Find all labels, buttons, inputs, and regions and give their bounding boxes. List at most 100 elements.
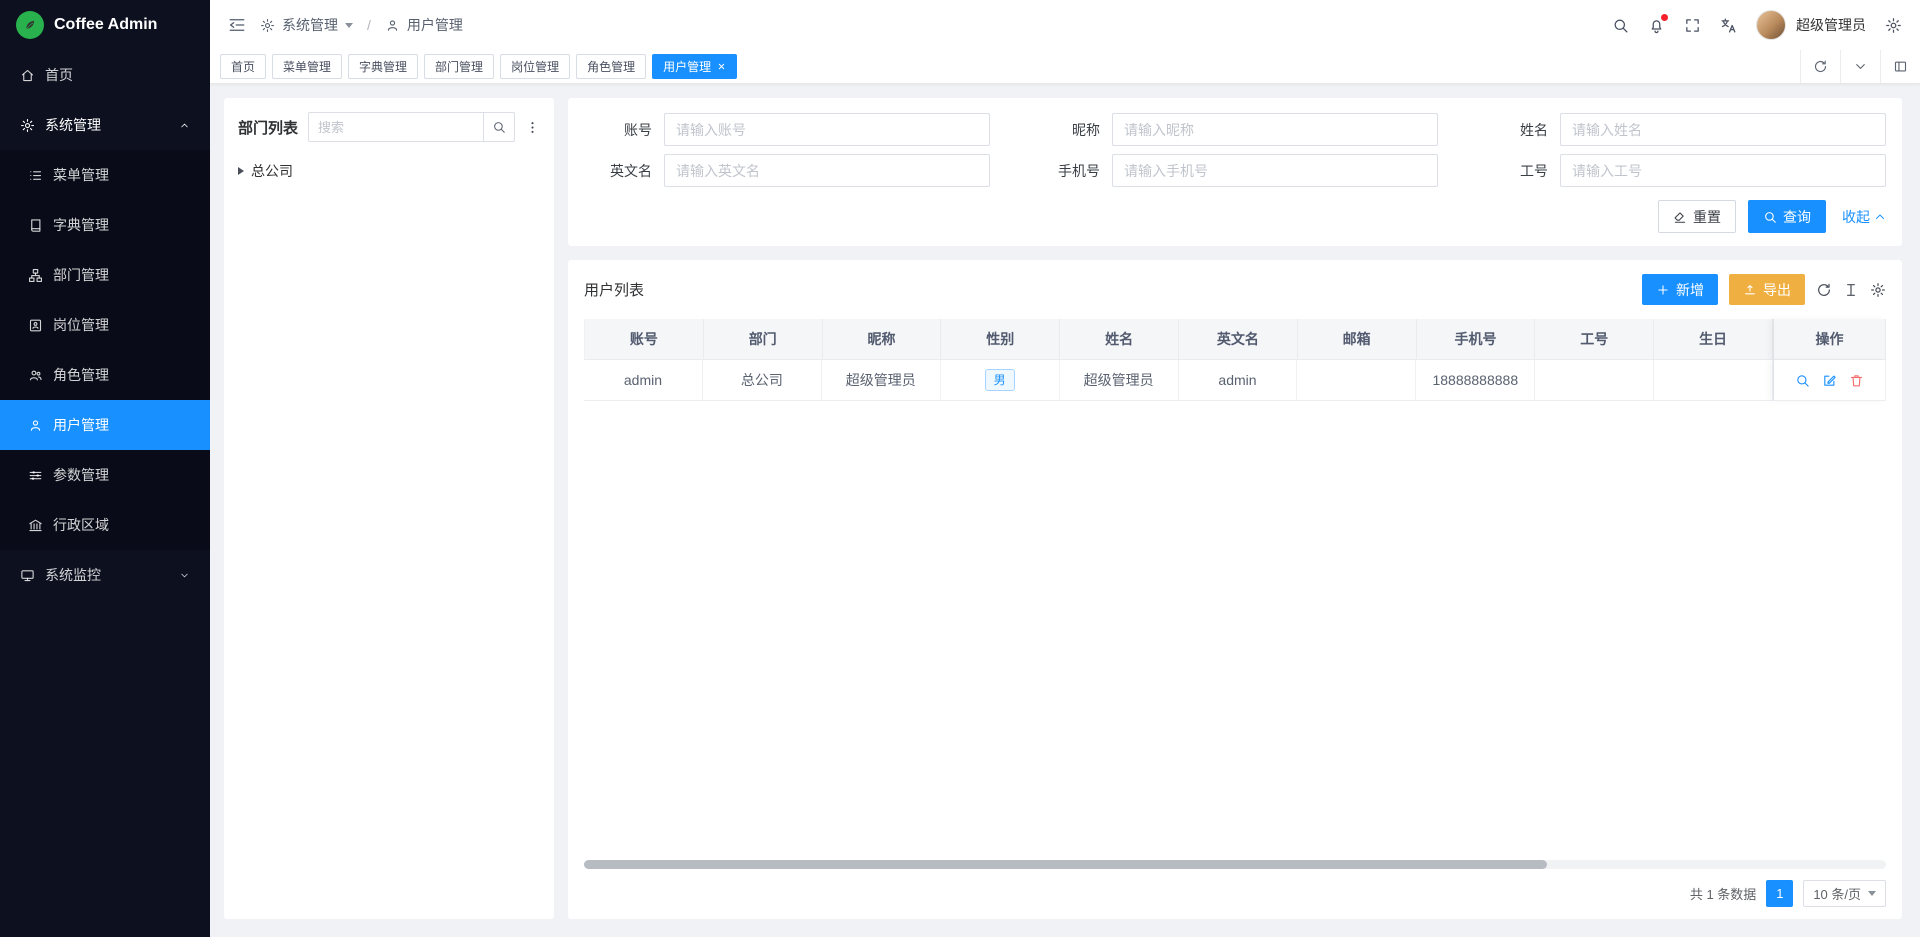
notification-bell[interactable] <box>1648 17 1665 34</box>
tab-role-manage[interactable]: 角色管理 <box>576 54 646 79</box>
translate-icon[interactable] <box>1720 17 1737 34</box>
column-header-action: 操作 <box>1773 319 1886 360</box>
department-panel-title: 部门列表 <box>238 117 298 138</box>
tabs-bar: 首页 菜单管理 字典管理 部门管理 岗位管理 角色管理 用户管理 <box>210 50 1920 84</box>
cell-name: 超级管理员 <box>1060 360 1179 401</box>
notification-dot <box>1661 14 1668 21</box>
department-search-input[interactable] <box>308 112 483 142</box>
tab-post-manage[interactable]: 岗位管理 <box>500 54 570 79</box>
cell-account: admin <box>584 360 703 401</box>
tab-dept-manage[interactable]: 部门管理 <box>424 54 494 79</box>
tree-node-label: 总公司 <box>251 161 293 181</box>
caret-down-icon <box>1868 891 1876 896</box>
query-button[interactable]: 查询 <box>1748 200 1826 233</box>
sidebar-item-user-manage[interactable]: 用户管理 <box>0 400 210 450</box>
sidebar-item-label: 菜单管理 <box>53 165 109 185</box>
user-person-icon <box>385 18 400 33</box>
department-more-menu[interactable] <box>525 120 540 135</box>
view-row-button[interactable] <box>1795 373 1810 388</box>
settings-gear-icon[interactable] <box>1885 17 1902 34</box>
collapse-form-link[interactable]: 收起 <box>1842 207 1886 227</box>
sidebar-item-dict-manage[interactable]: 字典管理 <box>0 200 210 250</box>
sidebar-item-menu-manage[interactable]: 菜单管理 <box>0 150 210 200</box>
add-user-button[interactable]: 新增 <box>1642 274 1718 305</box>
tab-options-dropdown[interactable] <box>1840 50 1880 83</box>
chevron-down-icon <box>1853 59 1868 74</box>
chevron-up-icon <box>1874 211 1886 223</box>
export-button-label: 导出 <box>1763 280 1791 300</box>
export-button[interactable]: 导出 <box>1729 274 1805 305</box>
english-name-input[interactable] <box>664 154 990 187</box>
tab-label: 部门管理 <box>435 58 483 75</box>
breadcrumb-separator: / <box>367 17 371 33</box>
edit-row-button[interactable] <box>1822 373 1837 388</box>
tree-expand-caret-icon[interactable] <box>238 167 244 175</box>
delete-trash-icon <box>1849 373 1864 388</box>
department-tree: 总公司 <box>238 157 540 185</box>
tree-node-head-office[interactable]: 总公司 <box>238 157 540 185</box>
column-header: 姓名 <box>1060 319 1179 360</box>
nickname-input[interactable] <box>1112 113 1438 146</box>
column-header: 生日 <box>1654 319 1773 360</box>
horizontal-scrollbar-thumb[interactable] <box>584 860 1547 869</box>
sidebar-item-label: 行政区域 <box>53 515 109 535</box>
sidebar-submenu: 菜单管理 字典管理 部门管理 岗位管理 角色管理 用户管理 参数管理 行政区域 <box>0 150 210 550</box>
tab-menu-manage[interactable]: 菜单管理 <box>272 54 342 79</box>
sidebar-item-dept-manage[interactable]: 部门管理 <box>0 250 210 300</box>
refresh-tab-button[interactable] <box>1800 50 1840 83</box>
export-upload-icon <box>1743 283 1757 297</box>
user-avatar[interactable] <box>1756 10 1786 40</box>
cell-work-id <box>1535 360 1654 401</box>
cell-birthday <box>1654 360 1773 401</box>
sidebar-item-label: 用户管理 <box>53 415 109 435</box>
main-area: 系统管理 / 用户管理 超级管理员 首页 菜单管理 字典管理 部门 <box>210 0 1920 937</box>
department-search-button[interactable] <box>483 112 515 142</box>
query-button-label: 查询 <box>1783 207 1811 227</box>
search-icon[interactable] <box>1612 17 1629 34</box>
sidebar-item-post-manage[interactable]: 岗位管理 <box>0 300 210 350</box>
user-table: 账号 部门 昵称 性别 姓名 英文名 邮箱 手机号 工号 生日 操作 admin <box>584 319 1886 869</box>
sidebar-item-admin-region[interactable]: 行政区域 <box>0 500 210 550</box>
sidebar-item-label: 角色管理 <box>53 365 109 385</box>
page-size-select[interactable]: 10 条/页 <box>1803 880 1886 907</box>
username-text[interactable]: 超级管理员 <box>1796 15 1866 35</box>
reset-button[interactable]: 重置 <box>1658 200 1736 233</box>
work-id-input[interactable] <box>1560 154 1886 187</box>
tab-user-manage[interactable]: 用户管理 <box>652 54 737 79</box>
cell-english-name: admin <box>1179 360 1298 401</box>
delete-row-button[interactable] <box>1849 373 1864 388</box>
sidebar-item-system-manage[interactable]: 系统管理 <box>0 100 210 150</box>
name-input[interactable] <box>1560 113 1886 146</box>
layout-toggle-button[interactable] <box>1880 50 1920 83</box>
cell-actions <box>1773 360 1886 401</box>
close-icon[interactable] <box>717 62 726 71</box>
department-panel: 部门列表 总公司 <box>224 98 554 919</box>
breadcrumb-item-system-manage[interactable]: 系统管理 <box>260 15 353 35</box>
add-button-label: 新增 <box>1676 280 1704 300</box>
field-account: 账号 <box>578 113 990 146</box>
field-work-id: 工号 <box>1474 154 1886 187</box>
collapse-link-label: 收起 <box>1842 207 1870 227</box>
table-empty-area <box>584 401 1886 860</box>
tab-dict-manage[interactable]: 字典管理 <box>348 54 418 79</box>
column-width-button[interactable] <box>1843 282 1859 298</box>
tab-home[interactable]: 首页 <box>220 54 266 79</box>
phone-input[interactable] <box>1112 154 1438 187</box>
sidebar-item-system-monitor[interactable]: 系统监控 <box>0 550 210 600</box>
fullscreen-icon[interactable] <box>1684 17 1701 34</box>
sidebar-item-home[interactable]: 首页 <box>0 50 210 100</box>
table-settings-button[interactable] <box>1870 282 1886 298</box>
sidebar-item-role-manage[interactable]: 角色管理 <box>0 350 210 400</box>
refresh-table-button[interactable] <box>1816 282 1832 298</box>
column-header: 手机号 <box>1417 319 1536 360</box>
column-header: 昵称 <box>823 319 942 360</box>
breadcrumb-item-user-manage[interactable]: 用户管理 <box>385 15 463 35</box>
params-sliders-icon <box>28 468 43 483</box>
page-number-button[interactable]: 1 <box>1766 880 1793 907</box>
coffee-logo-icon <box>16 11 44 39</box>
sidebar-item-params-manage[interactable]: 参数管理 <box>0 450 210 500</box>
account-input[interactable] <box>664 113 990 146</box>
collapse-sidebar-icon[interactable] <box>228 16 246 34</box>
cell-nickname: 超级管理员 <box>822 360 941 401</box>
sidebar-item-label: 部门管理 <box>53 265 109 285</box>
